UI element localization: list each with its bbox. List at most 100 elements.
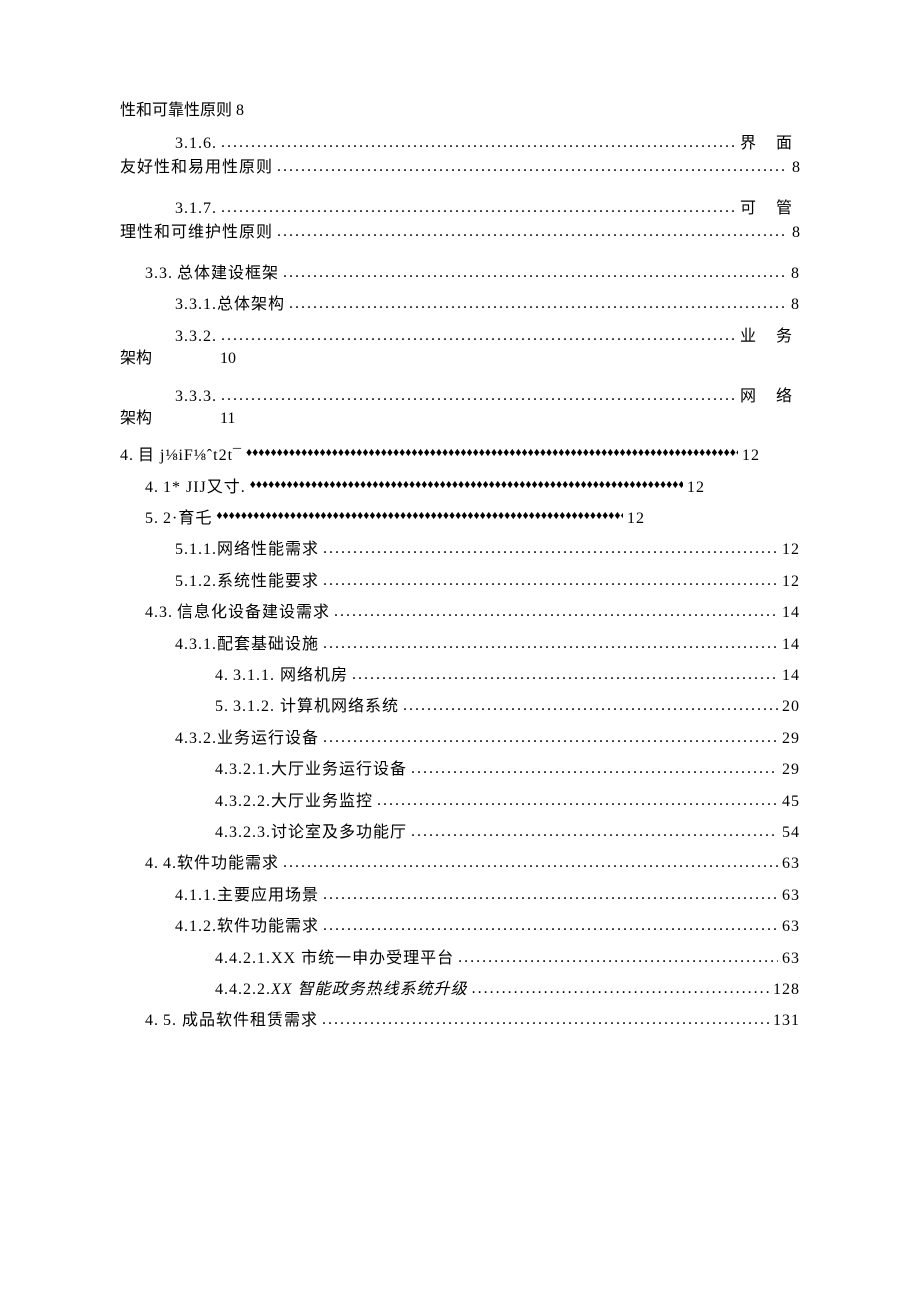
toc-page: 12 xyxy=(782,539,800,561)
toc-tail: 网 络 xyxy=(740,386,800,408)
toc-leader xyxy=(289,293,787,309)
toc-label: 主要应用场景 xyxy=(217,885,319,907)
toc-label: 总体建设框架 xyxy=(177,263,279,285)
toc-num: 4.4.2.1. xyxy=(215,948,271,970)
toc-page: 14 xyxy=(782,602,800,624)
toc-page: 14 xyxy=(782,665,800,687)
toc-entry-431: 4.3.1. 配套基础设施 14 xyxy=(175,633,800,656)
toc-page: 131 xyxy=(773,1010,800,1032)
toc-leader xyxy=(323,915,778,931)
toc-label: 3.1.2. 计算机网络系统 xyxy=(233,696,399,718)
toc-page: 14 xyxy=(782,634,800,656)
toc-tail: 业 务 xyxy=(740,326,800,348)
toc-num: 3.3.1. xyxy=(175,294,217,316)
toc-entry-43: 4.3. 信息化设备建设需求 14 xyxy=(145,601,800,624)
toc-leader xyxy=(403,695,778,711)
toc-num: 5.1.2. xyxy=(175,571,217,593)
toc-leader xyxy=(377,790,778,806)
toc-num: 4.3. xyxy=(145,602,173,624)
toc-num: 4.1.2. xyxy=(175,916,217,938)
toc-label: 目 j⅛iF⅛ˆt2t¯ xyxy=(138,445,242,467)
toc-leader xyxy=(323,633,778,649)
toc-leader xyxy=(323,727,778,743)
toc-label: 网络性能需求 xyxy=(217,539,319,561)
toc-leader xyxy=(250,476,683,492)
toc-leader xyxy=(322,1009,769,1025)
toc-entry-333: 3.3.3. 网 络 架构 11 xyxy=(120,385,800,431)
toc-num: 4.3.1. xyxy=(175,634,217,656)
toc-leader xyxy=(277,156,788,172)
toc-entry-4321: 4.3.2.1. 大厅业务运行设备 29 xyxy=(215,758,800,781)
toc-leader xyxy=(352,664,778,680)
toc-num: 3.3. xyxy=(145,263,173,285)
toc-tail: 界 面 xyxy=(740,133,800,155)
document-page: 性和可靠性原则 8 3.1.6. 界 面 友好性和易用性原则 8 3.1.7. … xyxy=(0,0,920,1301)
toc-label: 5. 成品软件租赁需求 xyxy=(163,1010,318,1032)
toc-entry-331: 3.3.1. 总体架构 8 xyxy=(175,293,800,316)
toc-entry-41: 4. 1* JIJ又寸. 12 xyxy=(145,476,705,499)
toc-page: 29 xyxy=(782,728,800,750)
toc-leader xyxy=(458,947,778,963)
toc-num: 4. xyxy=(215,665,229,687)
toc-label: 4.软件功能需求 xyxy=(163,853,279,875)
toc-entry-45: 4. 5. 成品软件租赁需求 131 xyxy=(145,1009,800,1032)
toc-cont: 架构 xyxy=(120,348,220,370)
toc-page: 20 xyxy=(782,696,800,718)
toc-page: 8 xyxy=(792,222,800,244)
toc-cont: 友好性和易用性原则 xyxy=(120,157,273,179)
toc-num: 3.3.2. xyxy=(175,326,217,348)
toc-entry-332: 3.3.2. 业 务 架构 10 xyxy=(120,325,800,371)
toc-label: 配套基础设施 xyxy=(217,634,319,656)
toc-leader xyxy=(221,132,736,148)
toc-page: 8 xyxy=(792,157,800,179)
toc-page: 29 xyxy=(782,759,800,781)
toc-num: 3.3.3. xyxy=(175,386,217,408)
toc-num: 4.4.2.2. xyxy=(215,979,271,1001)
toc-leader xyxy=(323,884,778,900)
toc-entry-316: 3.1.6. 界 面 友好性和易用性原则 8 xyxy=(120,132,800,179)
toc-num: 5. xyxy=(215,696,229,718)
toc-num: 3.1.7. xyxy=(175,198,217,220)
toc-num: 4. xyxy=(145,1010,159,1032)
toc-leader xyxy=(277,221,788,237)
toc-page: 45 xyxy=(782,791,800,813)
toc-num: 4. xyxy=(120,445,134,467)
toc-page: 12 xyxy=(782,571,800,593)
toc-label: 2·育乇 xyxy=(163,508,212,530)
toc-num: 4.3.2.2. xyxy=(215,791,271,813)
toc-num: 4.1.1. xyxy=(175,885,217,907)
toc-label: 系统性能要求 xyxy=(217,571,319,593)
toc-leader xyxy=(411,821,778,837)
toc-label: XX 市统一申办受理平台 xyxy=(271,948,454,970)
toc-label: 1* JIJ又寸. xyxy=(163,477,246,499)
toc-page: 11 xyxy=(220,408,235,430)
toc-entry-511: 5.1.1. 网络性能需求 12 xyxy=(175,538,800,561)
toc-num: 4.3.2.1. xyxy=(215,759,271,781)
toc-page: 10 xyxy=(220,348,236,370)
toc-page: 128 xyxy=(773,979,800,1001)
toc-label: 业务运行设备 xyxy=(217,728,319,750)
toc-page: 63 xyxy=(782,916,800,938)
toc-label: 3.1.1. 网络机房 xyxy=(233,665,348,687)
toc-num: 4. xyxy=(145,853,159,875)
toc-leader xyxy=(221,385,736,401)
toc-cont: 理性和可维护性原则 xyxy=(120,222,273,244)
toc-entry-4322: 4.3.2.2. 大厅业务监控 45 xyxy=(215,790,800,813)
toc-page: 54 xyxy=(782,822,800,844)
toc-tail: 可 管 xyxy=(740,198,800,220)
toc-num: 4.3.2.3. xyxy=(215,822,271,844)
toc-leader xyxy=(283,262,787,278)
toc-label: 信息化设备建设需求 xyxy=(177,602,330,624)
toc-entry-4323: 4.3.2.3. 讨论室及多功能厅 54 xyxy=(215,821,800,844)
toc-entry-4421: 4.4.2.1. XX 市统一申办受理平台 63 xyxy=(215,947,800,970)
toc-leader xyxy=(411,758,778,774)
toc-num: 5.1.1. xyxy=(175,539,217,561)
toc-label: XX 智能政务热线系统升级 xyxy=(271,979,468,1001)
toc-entry-33: 3.3. 总体建设框架 8 xyxy=(145,262,800,285)
toc-leader xyxy=(323,570,778,586)
toc-num: 4. xyxy=(145,477,159,499)
toc-page: 63 xyxy=(782,885,800,907)
toc-page: 63 xyxy=(782,853,800,875)
toc-num: 4.3.2. xyxy=(175,728,217,750)
toc-fragment-top: 性和可靠性原则 8 xyxy=(120,100,800,122)
